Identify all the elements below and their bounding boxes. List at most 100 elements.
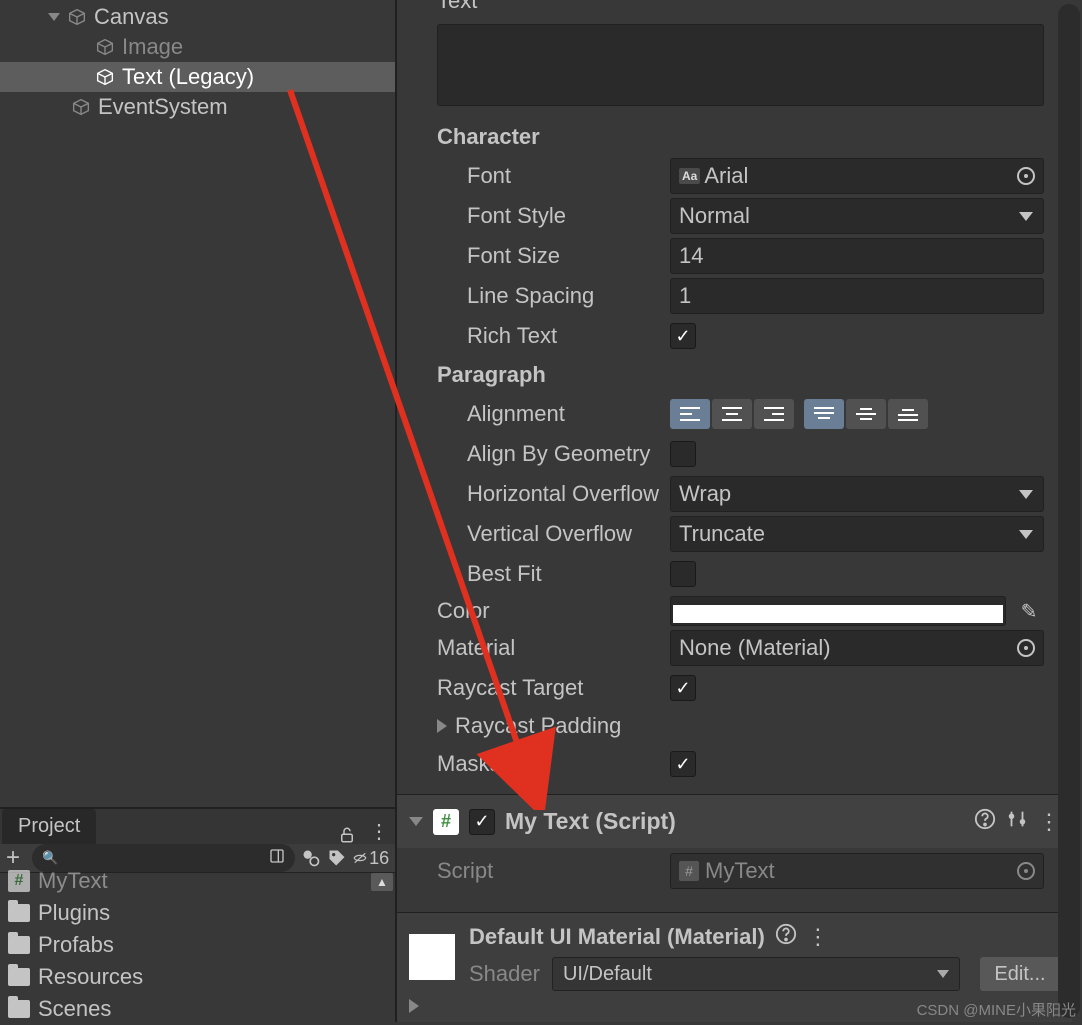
align-left-button[interactable] [670, 399, 710, 429]
color-swatch [673, 605, 1003, 623]
v-overflow-label: Vertical Overflow [397, 521, 670, 547]
align-right-button[interactable] [754, 399, 794, 429]
component-header-mytext[interactable]: # ✓ My Text (Script) ⋮ [397, 794, 1072, 848]
align-bottom-button[interactable] [888, 399, 928, 429]
hierarchy-item-image[interactable]: Image [0, 32, 395, 62]
material-preview[interactable] [409, 934, 455, 980]
folder-icon [8, 968, 30, 986]
color-field[interactable] [670, 596, 1006, 626]
object-picker-icon[interactable] [1017, 639, 1035, 657]
chevron-down-icon [937, 970, 949, 978]
search-input[interactable] [64, 850, 263, 867]
maskable-checkbox[interactable]: ✓ [670, 751, 696, 777]
gameobject-icon [66, 6, 88, 28]
chevron-down-icon [1019, 212, 1033, 221]
font-label: Font [397, 163, 670, 189]
rich-text-label: Rich Text [397, 323, 670, 349]
align-by-geometry-checkbox[interactable] [670, 441, 696, 467]
align-by-geometry-label: Align By Geometry [397, 441, 670, 467]
script-icon: # [8, 870, 30, 892]
shader-label: Shader [469, 961, 540, 987]
raycast-target-label: Raycast Target [397, 675, 670, 701]
best-fit-label: Best Fit [397, 561, 670, 587]
preset-icon[interactable] [1006, 808, 1028, 836]
color-label: Color [397, 598, 670, 624]
foldout-icon[interactable] [48, 13, 60, 21]
inspector-panel: Text Character Font AaArial Font Style N… [397, 0, 1082, 1022]
maskable-label: Maskable [397, 751, 670, 777]
align-middle-button[interactable] [846, 399, 886, 429]
object-picker-icon [1017, 862, 1035, 880]
foldout-icon[interactable] [409, 817, 423, 826]
line-spacing-input[interactable]: 1 [670, 278, 1044, 314]
raycast-padding-foldout[interactable]: Raycast Padding [397, 708, 1072, 744]
font-size-label: Font Size [397, 243, 670, 269]
project-item-profabs[interactable]: Profabs [0, 929, 395, 961]
hierarchy-item-text-legacy[interactable]: Text (Legacy) [0, 62, 395, 92]
help-icon[interactable] [775, 923, 797, 951]
menu-icon[interactable]: ⋮ [1038, 809, 1060, 835]
font-style-dropdown[interactable]: Normal [670, 198, 1044, 234]
project-item-scenes[interactable]: Scenes [0, 993, 395, 1025]
chevron-down-icon [1019, 490, 1033, 499]
hierarchy-item-eventsystem[interactable]: EventSystem [0, 92, 395, 122]
script-label: Script [397, 858, 670, 884]
hierarchy-item-canvas[interactable]: Canvas [0, 2, 395, 32]
h-overflow-dropdown[interactable]: Wrap [670, 476, 1044, 512]
v-overflow-dropdown[interactable]: Truncate [670, 516, 1044, 552]
text-input[interactable] [437, 24, 1044, 106]
hierarchy-label: EventSystem [98, 94, 228, 120]
font-icon: Aa [679, 168, 700, 184]
alignment-label: Alignment [397, 401, 670, 427]
project-item-mytext[interactable]: # MyText [0, 865, 395, 897]
align-top-button[interactable] [804, 399, 844, 429]
hierarchy-label: Image [122, 34, 183, 60]
object-picker-icon[interactable] [1017, 167, 1035, 185]
folder-icon [8, 904, 30, 922]
project-item-plugins[interactable]: Plugins [0, 897, 395, 929]
rich-text-checkbox[interactable]: ✓ [670, 323, 696, 349]
edit-button[interactable]: Edit... [980, 957, 1060, 991]
raycast-target-checkbox[interactable]: ✓ [670, 675, 696, 701]
foldout-icon [437, 719, 447, 733]
scrollbar[interactable] [1058, 4, 1080, 1018]
shader-dropdown[interactable]: UI/Default [552, 957, 960, 991]
script-field: #MyText [670, 853, 1044, 889]
chevron-down-icon [1019, 530, 1033, 539]
gameobject-icon [70, 96, 92, 118]
line-spacing-label: Line Spacing [397, 283, 670, 309]
watermark: CSDN @MINE小果阳光 [917, 999, 1076, 1020]
search-icon: 🔍 [42, 850, 58, 866]
h-overflow-label: Horizontal Overflow [397, 481, 670, 507]
h-align-group [670, 399, 794, 429]
text-label: Text [397, 0, 670, 14]
paragraph-header: Paragraph [397, 356, 1072, 394]
project-item-resources[interactable]: Resources [0, 961, 395, 993]
gameobject-icon [94, 36, 116, 58]
component-enabled-checkbox[interactable]: ✓ [469, 809, 495, 835]
menu-icon[interactable]: ⋮ [363, 819, 395, 844]
menu-icon[interactable]: ⋮ [807, 924, 829, 950]
hierarchy-label: Text (Legacy) [122, 64, 254, 90]
material-title: Default UI Material (Material) [469, 924, 765, 950]
lock-icon[interactable] [331, 826, 363, 844]
hierarchy-panel: Canvas Image Text (Legacy) EventSystem [0, 0, 395, 807]
help-icon[interactable] [974, 808, 996, 836]
material-field[interactable]: None (Material) [670, 630, 1044, 666]
font-style-label: Font Style [397, 203, 670, 229]
font-size-input[interactable]: 14 [670, 238, 1044, 274]
folder-icon [8, 936, 30, 954]
project-tab[interactable]: Project [2, 809, 96, 844]
gameobject-icon [94, 66, 116, 88]
foldout-icon [409, 999, 419, 1013]
font-field[interactable]: AaArial [670, 158, 1044, 194]
eyedropper-icon[interactable]: ✎ [1014, 596, 1044, 626]
v-align-group [804, 399, 928, 429]
script-icon: # [433, 809, 459, 835]
hierarchy-label: Canvas [94, 4, 169, 30]
align-center-button[interactable] [712, 399, 752, 429]
project-panel: Project ⋮ + 🔍 [0, 807, 395, 1022]
character-header: Character [397, 118, 1072, 156]
best-fit-checkbox[interactable] [670, 561, 696, 587]
folder-icon [8, 1000, 30, 1018]
